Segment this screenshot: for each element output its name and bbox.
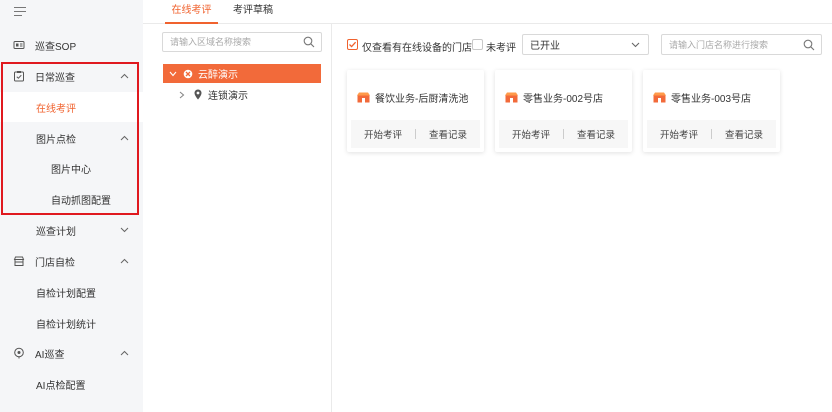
sidebar-item-label: 自检计划配置 bbox=[36, 288, 96, 300]
only-online-checkbox[interactable] bbox=[347, 39, 358, 50]
sidebar-item-auto-capture-config[interactable]: 自动抓图配置 bbox=[0, 184, 143, 214]
store-search-field[interactable] bbox=[661, 34, 822, 55]
brain-icon bbox=[13, 347, 25, 359]
check-icon bbox=[349, 41, 357, 48]
sidebar: 巡查SOP 日常巡查 在线考评 图片点检 图片中心 自动抓图配置 巡查计划 门店… bbox=[0, 0, 143, 412]
start-evaluation-button[interactable]: 开始考评 bbox=[499, 127, 563, 141]
sidebar-item-label: 门店自检 bbox=[35, 257, 75, 269]
search-icon[interactable] bbox=[803, 39, 815, 51]
store-name: 餐饮业务-后厨清洗池 bbox=[375, 94, 469, 105]
tab-bar: 在线考评 考评草稿 bbox=[143, 0, 832, 24]
sidebar-item-sop[interactable]: 巡查SOP bbox=[0, 30, 143, 60]
region-node-icon bbox=[183, 69, 193, 78]
chevron-up-icon bbox=[119, 348, 129, 358]
store-status-value: 已开业 bbox=[530, 41, 560, 52]
sidebar-item-daily-patrol[interactable]: 日常巡查 bbox=[0, 61, 143, 91]
start-evaluation-button[interactable]: 开始考评 bbox=[351, 127, 415, 141]
tree-node-label: 连锁演示 bbox=[208, 91, 248, 102]
view-records-button[interactable]: 查看记录 bbox=[416, 127, 480, 141]
sidebar-item-label: 自检计划统计 bbox=[36, 319, 96, 331]
chevron-down-icon bbox=[631, 42, 640, 48]
store-card[interactable]: 餐饮业务-后厨清洗池 开始考评 查看记录 bbox=[347, 70, 484, 152]
store-icon bbox=[13, 255, 25, 267]
sidebar-item-image-center[interactable]: 图片中心 bbox=[0, 153, 143, 183]
chevron-up-icon bbox=[119, 256, 129, 266]
tree-node-label: 云醉演示 bbox=[198, 70, 238, 81]
sidebar-item-self-check-plan-config[interactable]: 自检计划配置 bbox=[0, 277, 143, 307]
store-card[interactable]: 零售业务-003号店 开始考评 查看记录 bbox=[643, 70, 780, 152]
only-online-label[interactable]: 仅查看有在线设备的门店 bbox=[362, 39, 472, 54]
store-status-select[interactable]: 已开业 bbox=[522, 34, 649, 55]
chevron-right-icon[interactable] bbox=[179, 91, 185, 99]
store-search-input[interactable] bbox=[662, 35, 821, 54]
id-card-icon bbox=[13, 39, 25, 51]
menu-toggle-icon[interactable] bbox=[14, 7, 26, 19]
sidebar-item-label: AI巡查 bbox=[35, 349, 65, 361]
not-evaluated-label[interactable]: 未考评 bbox=[486, 39, 516, 54]
clipboard-icon bbox=[13, 70, 25, 82]
chevron-down-icon bbox=[119, 225, 129, 235]
search-icon[interactable] bbox=[303, 36, 315, 48]
sidebar-item-label: 图片中心 bbox=[51, 164, 91, 176]
view-records-button[interactable]: 查看记录 bbox=[712, 127, 776, 141]
sidebar-item-self-check-plan-stats[interactable]: 自检计划统计 bbox=[0, 308, 143, 338]
sidebar-item-ai-check-config[interactable]: AI点检配置 bbox=[0, 369, 143, 399]
card-actions: 开始考评 查看记录 bbox=[351, 120, 480, 148]
card-actions: 开始考评 查看记录 bbox=[647, 120, 776, 148]
sidebar-item-ai-patrol[interactable]: AI巡查 bbox=[0, 338, 143, 368]
sidebar-item-label: AI点检配置 bbox=[36, 380, 86, 392]
tab-evaluation-drafts[interactable]: 考评草稿 bbox=[233, 0, 273, 24]
store-icon bbox=[357, 92, 370, 103]
chevron-up-icon bbox=[119, 71, 129, 81]
sidebar-item-label: 图片点检 bbox=[36, 134, 76, 146]
not-evaluated-checkbox[interactable] bbox=[472, 39, 483, 50]
sidebar-item-label: 自动抓图配置 bbox=[51, 195, 111, 207]
tree-node-chain-demo[interactable]: 连锁演示 bbox=[163, 85, 321, 104]
location-pin-icon bbox=[194, 89, 202, 100]
tree-node-yunzui-demo[interactable]: 云醉演示 bbox=[163, 64, 321, 83]
store-icon bbox=[505, 92, 518, 103]
region-search-input[interactable] bbox=[163, 33, 321, 51]
sidebar-item-label: 在线考评 bbox=[36, 103, 76, 115]
store-icon bbox=[653, 92, 666, 103]
card-actions: 开始考评 查看记录 bbox=[499, 120, 628, 148]
sidebar-item-label: 日常巡查 bbox=[35, 72, 75, 84]
region-search-field[interactable] bbox=[162, 32, 322, 52]
start-evaluation-button[interactable]: 开始考评 bbox=[647, 127, 711, 141]
sidebar-item-store-self-check[interactable]: 门店自检 bbox=[0, 246, 143, 276]
sidebar-item-label: 巡查SOP bbox=[35, 41, 77, 53]
view-records-button[interactable]: 查看记录 bbox=[564, 127, 628, 141]
sidebar-item-image-check[interactable]: 图片点检 bbox=[0, 123, 143, 153]
chevron-down-icon[interactable] bbox=[169, 71, 177, 77]
store-card[interactable]: 零售业务-002号店 开始考评 查看记录 bbox=[495, 70, 632, 152]
sidebar-item-online-evaluation[interactable]: 在线考评 bbox=[0, 92, 143, 122]
chevron-up-icon bbox=[119, 133, 129, 143]
sidebar-item-patrol-plan[interactable]: 巡查计划 bbox=[0, 215, 143, 245]
sidebar-item-label: 巡查计划 bbox=[36, 226, 76, 238]
store-name: 零售业务-003号店 bbox=[671, 94, 752, 105]
region-tree-panel: 云醉演示 连锁演示 bbox=[143, 24, 332, 412]
store-name: 零售业务-002号店 bbox=[523, 94, 604, 105]
tab-online-evaluation[interactable]: 在线考评 bbox=[165, 0, 218, 24]
